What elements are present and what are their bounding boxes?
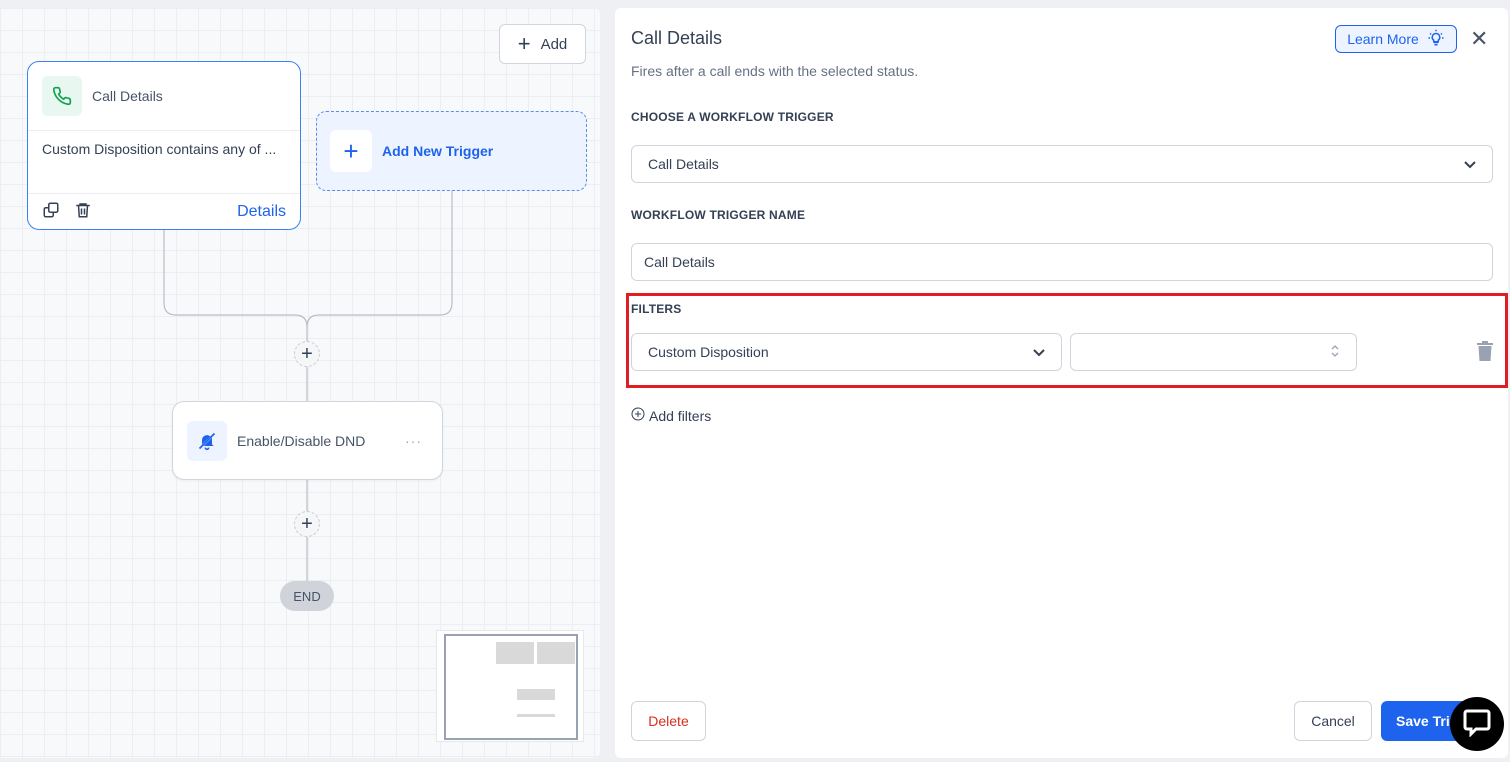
add-label: Add xyxy=(540,35,568,53)
delete-filter-icon[interactable] xyxy=(1476,341,1494,366)
cancel-button[interactable]: Cancel xyxy=(1294,701,1372,741)
action-node-title: Enable/Disable DND xyxy=(237,432,366,449)
filter-operator-select[interactable] xyxy=(1070,333,1357,371)
more-icon[interactable]: ··· xyxy=(405,433,422,449)
add-trigger-label: Add New Trigger xyxy=(382,143,494,159)
add-step-button[interactable]: + xyxy=(294,341,320,367)
filter-field-value: Custom Disposition xyxy=(648,344,769,360)
add-filters-button[interactable]: Add filters xyxy=(631,407,711,424)
add-step-button[interactable]: + xyxy=(294,511,320,537)
add-new-trigger-button[interactable]: + Add New Trigger xyxy=(316,111,587,191)
chat-widget-button[interactable] xyxy=(1450,697,1504,751)
lightbulb-icon xyxy=(1427,29,1445,50)
action-node-dnd[interactable]: Enable/Disable DND ··· xyxy=(172,401,443,480)
plus-icon: + xyxy=(517,31,531,56)
trigger-label: CHOOSE A WORKFLOW TRIGGER xyxy=(631,110,834,124)
close-icon[interactable]: ✕ xyxy=(1470,26,1488,52)
chat-bubble-icon xyxy=(1462,707,1492,742)
minimap[interactable] xyxy=(436,630,584,742)
learn-more-button[interactable]: Learn More xyxy=(1335,25,1457,53)
trigger-select[interactable]: Call Details xyxy=(631,145,1493,183)
chevron-down-icon xyxy=(1464,156,1476,172)
trigger-select-value: Call Details xyxy=(648,156,719,172)
plus-icon: + xyxy=(330,130,372,172)
add-filters-label: Add filters xyxy=(649,407,712,424)
trash-icon[interactable] xyxy=(74,201,92,224)
learn-more-label: Learn More xyxy=(1347,31,1419,47)
details-link[interactable]: Details xyxy=(237,203,286,221)
delete-button[interactable]: Delete xyxy=(631,701,706,741)
name-label: WORKFLOW TRIGGER NAME xyxy=(631,208,806,222)
workflow-canvas[interactable]: + Add Call Details Custom Disposition con… xyxy=(0,8,600,758)
panel-subtitle: Fires after a call ends with the selecte… xyxy=(631,63,919,79)
trigger-card-title: Call Details xyxy=(92,88,163,104)
filter-field-select[interactable]: Custom Disposition xyxy=(631,333,1062,371)
updown-chevron-icon xyxy=(1330,343,1340,362)
add-button[interactable]: + Add xyxy=(499,24,586,64)
phone-icon xyxy=(42,76,82,116)
copy-icon[interactable] xyxy=(42,201,60,224)
trigger-card[interactable]: Call Details Custom Disposition contains… xyxy=(27,61,301,230)
filters-label: FILTERS xyxy=(631,302,682,316)
trigger-settings-panel: Call Details Fires after a call ends wit… xyxy=(615,8,1508,758)
trigger-name-input[interactable]: Call Details xyxy=(631,243,1493,281)
chevron-down-icon xyxy=(1033,344,1045,360)
panel-title: Call Details xyxy=(631,28,723,48)
plus-circle-icon xyxy=(631,407,645,424)
bell-off-icon xyxy=(187,420,227,461)
end-node: END xyxy=(280,581,334,611)
trigger-card-description: Custom Disposition contains any of ... xyxy=(28,131,300,194)
